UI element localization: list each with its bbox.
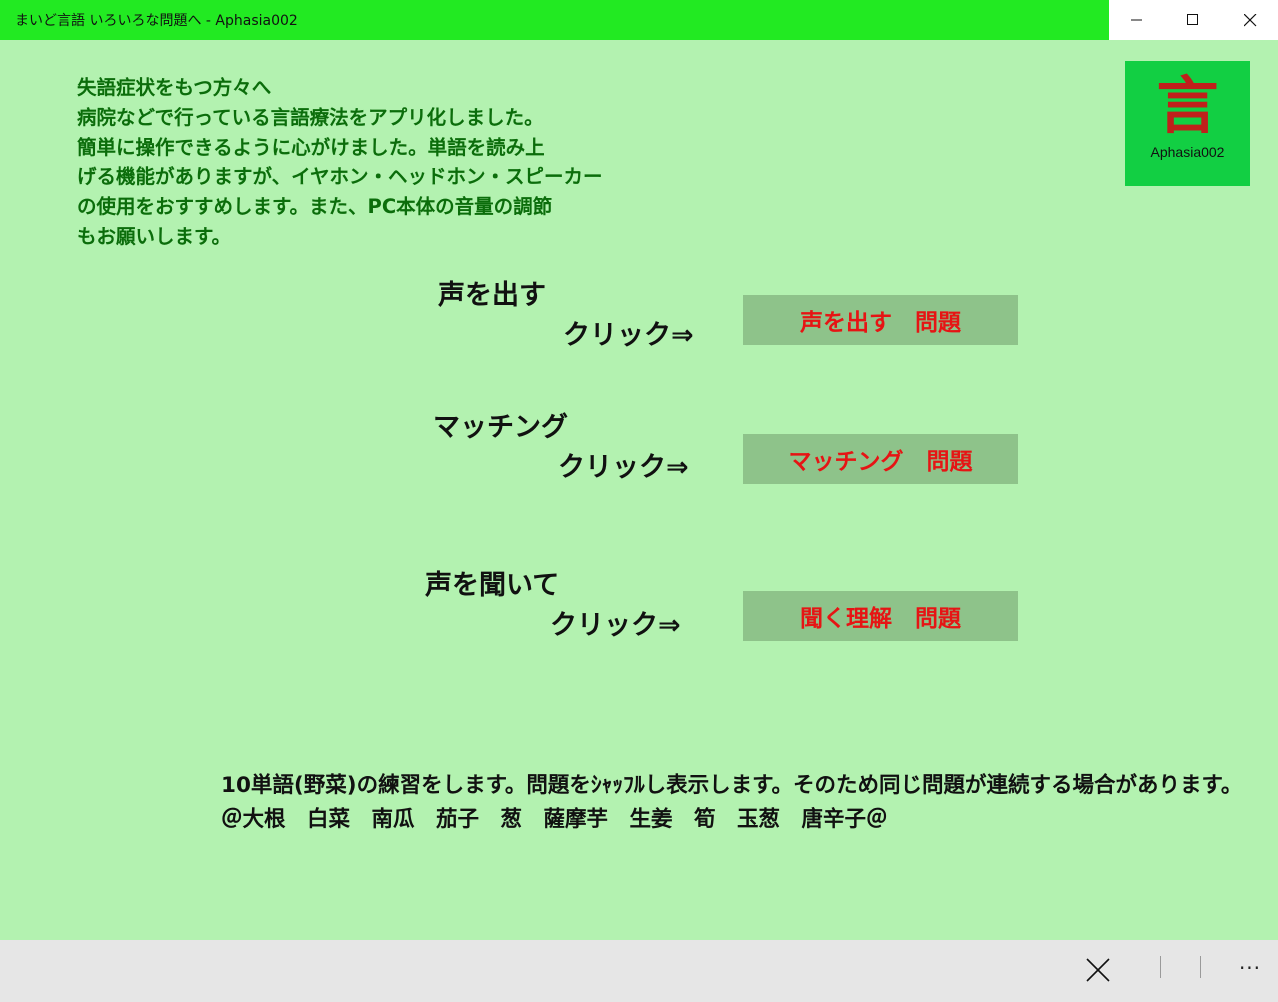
close-icon [1243, 13, 1256, 26]
section-title-listen: 声を聞いて [425, 570, 560, 601]
vocabulary-list: ＠大根 白菜 南瓜 茄子 葱 薩摩芋 生姜 筍 玉葱 唐辛子＠ [221, 807, 888, 832]
title-bar: まいど言語 いろいろな問題へ - Aphasia002 [0, 0, 1278, 40]
section-title-speak: 声を出す [438, 280, 546, 311]
appbar-separator [1200, 956, 1201, 978]
intro-line: もお願いします。 [77, 224, 232, 248]
logo-label: Aphasia002 [1150, 144, 1225, 160]
intro-line: 失語症状をもつ方々へ [77, 76, 272, 99]
appbar-separator [1160, 956, 1161, 978]
intro-line: 病院などで行っている言語療法をアプリ化しました。 [77, 105, 544, 129]
appbar-close-button[interactable] [1083, 955, 1113, 985]
more-options-button[interactable]: ··· [1233, 956, 1267, 984]
click-label-matching: クリック⇒ [558, 452, 689, 483]
close-icon [1086, 958, 1110, 982]
intro-text: 失語症状をもつ方々へ 病院などで行っている言語療法をアプリ化しました。 簡単に操… [77, 73, 603, 252]
minimize-icon [1131, 19, 1142, 21]
matching-problem-button[interactable]: マッチング 問題 [743, 434, 1018, 484]
intro-line: 簡単に操作できるように心がけました。単語を読み上 [77, 135, 545, 159]
speak-problem-button[interactable]: 声を出す 問題 [743, 295, 1018, 345]
section-title-matching: マッチング [433, 412, 568, 443]
maximize-button[interactable] [1165, 0, 1221, 40]
practice-description: 10単語(野菜)の練習をします。問題をｼｬｯﾌﾙし表示します。そのため同じ問題が… [221, 773, 1243, 798]
window-title: まいど言語 いろいろな問題へ - Aphasia002 [15, 13, 298, 29]
intro-line: げる機能がありますが、イヤホン・ヘッドホン・スピーカー [77, 165, 603, 189]
intro-line: の使用をおすすめします。また、PC本体の音量の調節 [77, 195, 553, 219]
app-bar: ··· [0, 940, 1278, 1002]
click-label-listen: クリック⇒ [550, 610, 681, 641]
title-bar-caption[interactable]: まいど言語 いろいろな問題へ - Aphasia002 [0, 0, 1109, 40]
logo-kanji: 言 [1156, 69, 1219, 142]
app-logo: 言 Aphasia002 [1125, 61, 1250, 186]
click-label-speak: クリック⇒ [563, 320, 694, 351]
minimize-button[interactable] [1109, 0, 1165, 40]
close-button[interactable] [1222, 0, 1278, 40]
maximize-icon [1187, 14, 1198, 25]
listening-problem-button[interactable]: 聞く理解 問題 [743, 591, 1018, 641]
